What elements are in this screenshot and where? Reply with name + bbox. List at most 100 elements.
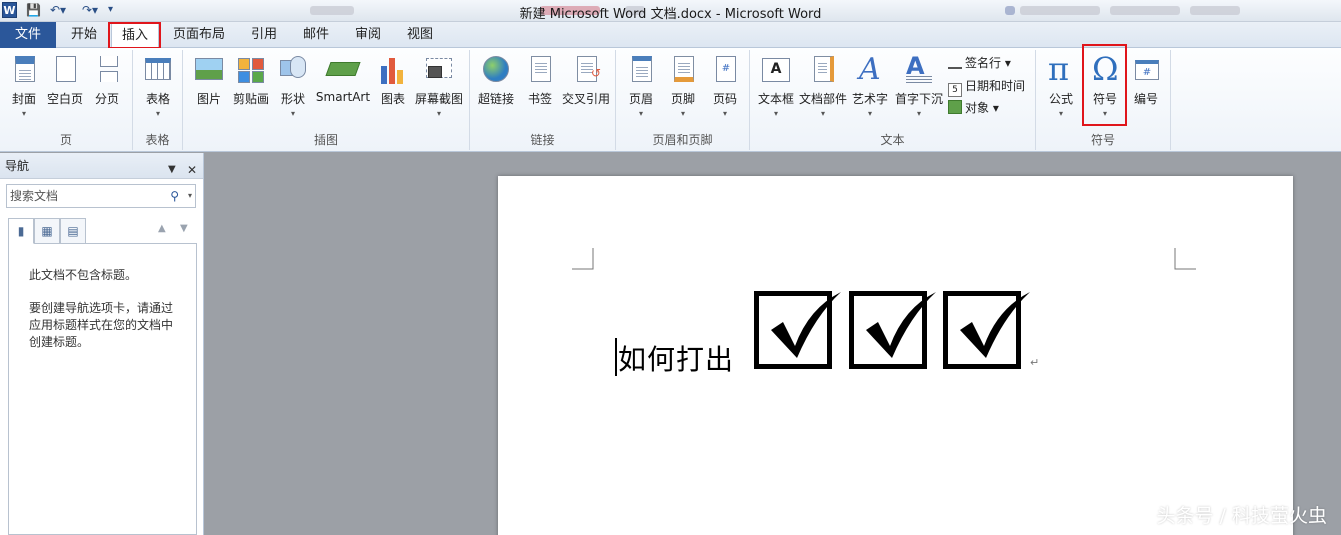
pi-icon: π	[1048, 50, 1070, 88]
chart-icon	[378, 56, 408, 86]
checkbox-checked-symbol	[849, 291, 936, 369]
quick-parts-icon	[808, 56, 838, 86]
clipart-button[interactable]: 剪贴画	[229, 52, 273, 124]
checkbox-checked-symbol	[754, 291, 841, 369]
next-arrow-icon[interactable]: ▼	[180, 223, 188, 234]
results-icon: ▤	[67, 224, 79, 238]
chart-button[interactable]: 图表	[371, 52, 415, 124]
screenshot-icon	[424, 56, 454, 86]
tab-references[interactable]: 引用	[240, 22, 288, 48]
text-cursor	[615, 338, 617, 376]
numbering-button[interactable]: # 编号	[1124, 52, 1168, 124]
wordart-icon: A	[859, 52, 881, 87]
symbol-button[interactable]: Ω 符号 ▾	[1083, 50, 1127, 124]
pane-options-icon[interactable]: ▼	[168, 157, 176, 183]
ribbon: 封面 ▾ 空白页 分页 页 表格 ▾ 表格 图片 剪贴画 形状 ▾ SmartA…	[0, 48, 1341, 152]
shapes-icon	[278, 56, 308, 86]
previous-arrow-icon[interactable]: ▲	[158, 223, 166, 234]
date-time-button[interactable]: 5 日期和时间	[948, 76, 1025, 97]
tab-pages[interactable]: ▦	[34, 218, 60, 244]
table-button[interactable]: 表格 ▾	[136, 52, 180, 124]
smartart-button[interactable]: SmartArt	[315, 52, 371, 124]
screenshot-button[interactable]: 屏幕截图 ▾	[413, 52, 465, 124]
navigation-pane-body: 此文档不包含标题。 要创建导航选项卡，请通过应用标题样式在您的文档中创建标题。	[8, 243, 197, 535]
create-headings-hint: 要创建导航选项卡，请通过应用标题样式在您的文档中创建标题。	[29, 301, 174, 349]
tab-mailings[interactable]: 邮件	[292, 22, 340, 48]
smartart-icon	[325, 56, 361, 86]
picture-icon	[194, 56, 224, 86]
cover-page-icon	[9, 56, 39, 86]
shapes-button[interactable]: 形状 ▾	[271, 52, 315, 124]
tab-headings[interactable]: ▮	[8, 218, 34, 244]
page-break-icon	[92, 56, 122, 86]
cover-page-button[interactable]: 封面 ▾	[2, 52, 46, 124]
page-number-button[interactable]: # 页码 ▾	[703, 52, 747, 124]
blank-page-button[interactable]: 空白页	[43, 52, 87, 124]
hyperlink-button[interactable]: 超链接	[474, 52, 518, 124]
quick-parts-button[interactable]: 文档部件 ▾	[798, 52, 848, 124]
navigation-pane-header: 导航 ▼ ✕	[0, 153, 203, 179]
object-icon	[948, 100, 962, 114]
wordart-button[interactable]: A 艺术字 ▾	[848, 52, 892, 124]
pages-grid-icon: ▦	[41, 224, 53, 238]
navigation-tabs: ▮ ▦ ▤ ▲ ▼	[8, 218, 197, 244]
ribbon-tab-row: 文件 开始 插入 页面布局 引用 邮件 审阅 视图	[0, 22, 1341, 49]
group-symbols: π 公式 ▾ Ω 符号 ▾ # 编号 符号	[1036, 50, 1171, 150]
group-tables: 表格 ▾ 表格	[133, 50, 183, 150]
group-pages: 封面 ▾ 空白页 分页 页	[0, 50, 133, 150]
cross-reference-icon: ↺	[571, 56, 601, 86]
textbox-button[interactable]: A 文本框 ▾	[754, 52, 798, 124]
header-button[interactable]: 页眉 ▾	[619, 52, 663, 124]
close-icon[interactable]: ✕	[187, 157, 197, 183]
dropcap-icon: A	[904, 52, 934, 86]
checkbox-checked-symbol	[943, 291, 1030, 369]
tab-view[interactable]: 视图	[396, 22, 444, 48]
group-text: A 文本框 ▾ 文档部件 ▾ A 艺术字 ▾ A 首字下沉 ▾ 签名行 ▾ 5 日期和时间…	[750, 50, 1036, 150]
group-illustrations: 图片 剪贴画 形状 ▾ SmartArt 图表 屏幕截图 ▾ 插图	[183, 50, 470, 150]
tab-home[interactable]: 开始	[60, 22, 108, 48]
window-title: 新建 Microsoft Word 文档.docx - Microsoft Wo…	[519, 7, 822, 22]
tab-results[interactable]: ▤	[60, 218, 86, 244]
search-icon[interactable]: ⚲	[170, 185, 179, 207]
footer-button[interactable]: 页脚 ▾	[661, 52, 705, 124]
watermark: 头条号 / 科技萤火虫	[1156, 505, 1327, 527]
tab-page-layout[interactable]: 页面布局	[168, 22, 230, 48]
group-header-footer: 页眉 ▾ 页脚 ▾ # 页码 ▾ 页眉和页脚	[616, 50, 750, 150]
picture-button[interactable]: 图片	[187, 52, 231, 124]
document-area: 如何打出 ↵ 头条号 / 科技萤火虫	[205, 153, 1341, 535]
headings-icon: ▮	[17, 224, 25, 238]
chevron-down-icon[interactable]: ▾	[188, 185, 192, 207]
dropcap-button[interactable]: A 首字下沉 ▾	[894, 52, 944, 124]
title-bar: W 💾 ↶▾ ↷▾ ▾ 新建 Microsoft Word 文档.docx - …	[0, 0, 1341, 22]
navigation-pane-title: 导航	[5, 159, 30, 173]
navigation-pane: 导航 ▼ ✕ 搜索文档 ⚲ ▾ ▮ ▦ ▤ ▲ ▼ 此文档不包含标题。 要创建导…	[0, 153, 204, 535]
calendar-icon: 5	[948, 83, 962, 97]
crop-mark-left	[572, 248, 594, 270]
document-text: 如何打出	[618, 343, 735, 376]
word-window: W 💾 ↶▾ ↷▾ ▾ 新建 Microsoft Word 文档.docx - …	[0, 0, 1341, 535]
table-icon	[143, 56, 173, 86]
tab-file[interactable]: 文件	[0, 22, 56, 48]
signature-line-icon	[948, 55, 962, 69]
cross-reference-button[interactable]: ↺ 交叉引用	[560, 52, 612, 124]
numbering-icon: #	[1131, 56, 1161, 86]
crop-mark-right	[1174, 248, 1196, 270]
tab-review[interactable]: 审阅	[344, 22, 392, 48]
footer-icon	[668, 56, 698, 86]
paragraph-mark-icon: ↵	[1030, 356, 1040, 369]
search-document-input[interactable]: 搜索文档 ⚲ ▾	[6, 184, 196, 208]
bookmark-button[interactable]: 书签	[518, 52, 562, 124]
object-button[interactable]: 对象 ▾	[948, 98, 999, 118]
blank-page-icon	[50, 56, 80, 86]
group-links: 超链接 书签 ↺ 交叉引用 链接	[470, 50, 616, 150]
globe-link-icon	[481, 56, 511, 86]
tab-insert[interactable]: 插入	[111, 22, 159, 49]
document-page[interactable]: 如何打出 ↵	[498, 176, 1293, 535]
bookmark-icon	[525, 56, 555, 86]
no-headings-message: 此文档不包含标题。	[29, 268, 138, 282]
signature-line-button[interactable]: 签名行 ▾	[948, 53, 1011, 73]
page-break-button[interactable]: 分页	[85, 52, 129, 124]
textbox-icon: A	[761, 56, 791, 86]
equation-button[interactable]: π 公式 ▾	[1039, 50, 1083, 124]
omega-icon: Ω	[1092, 50, 1119, 88]
